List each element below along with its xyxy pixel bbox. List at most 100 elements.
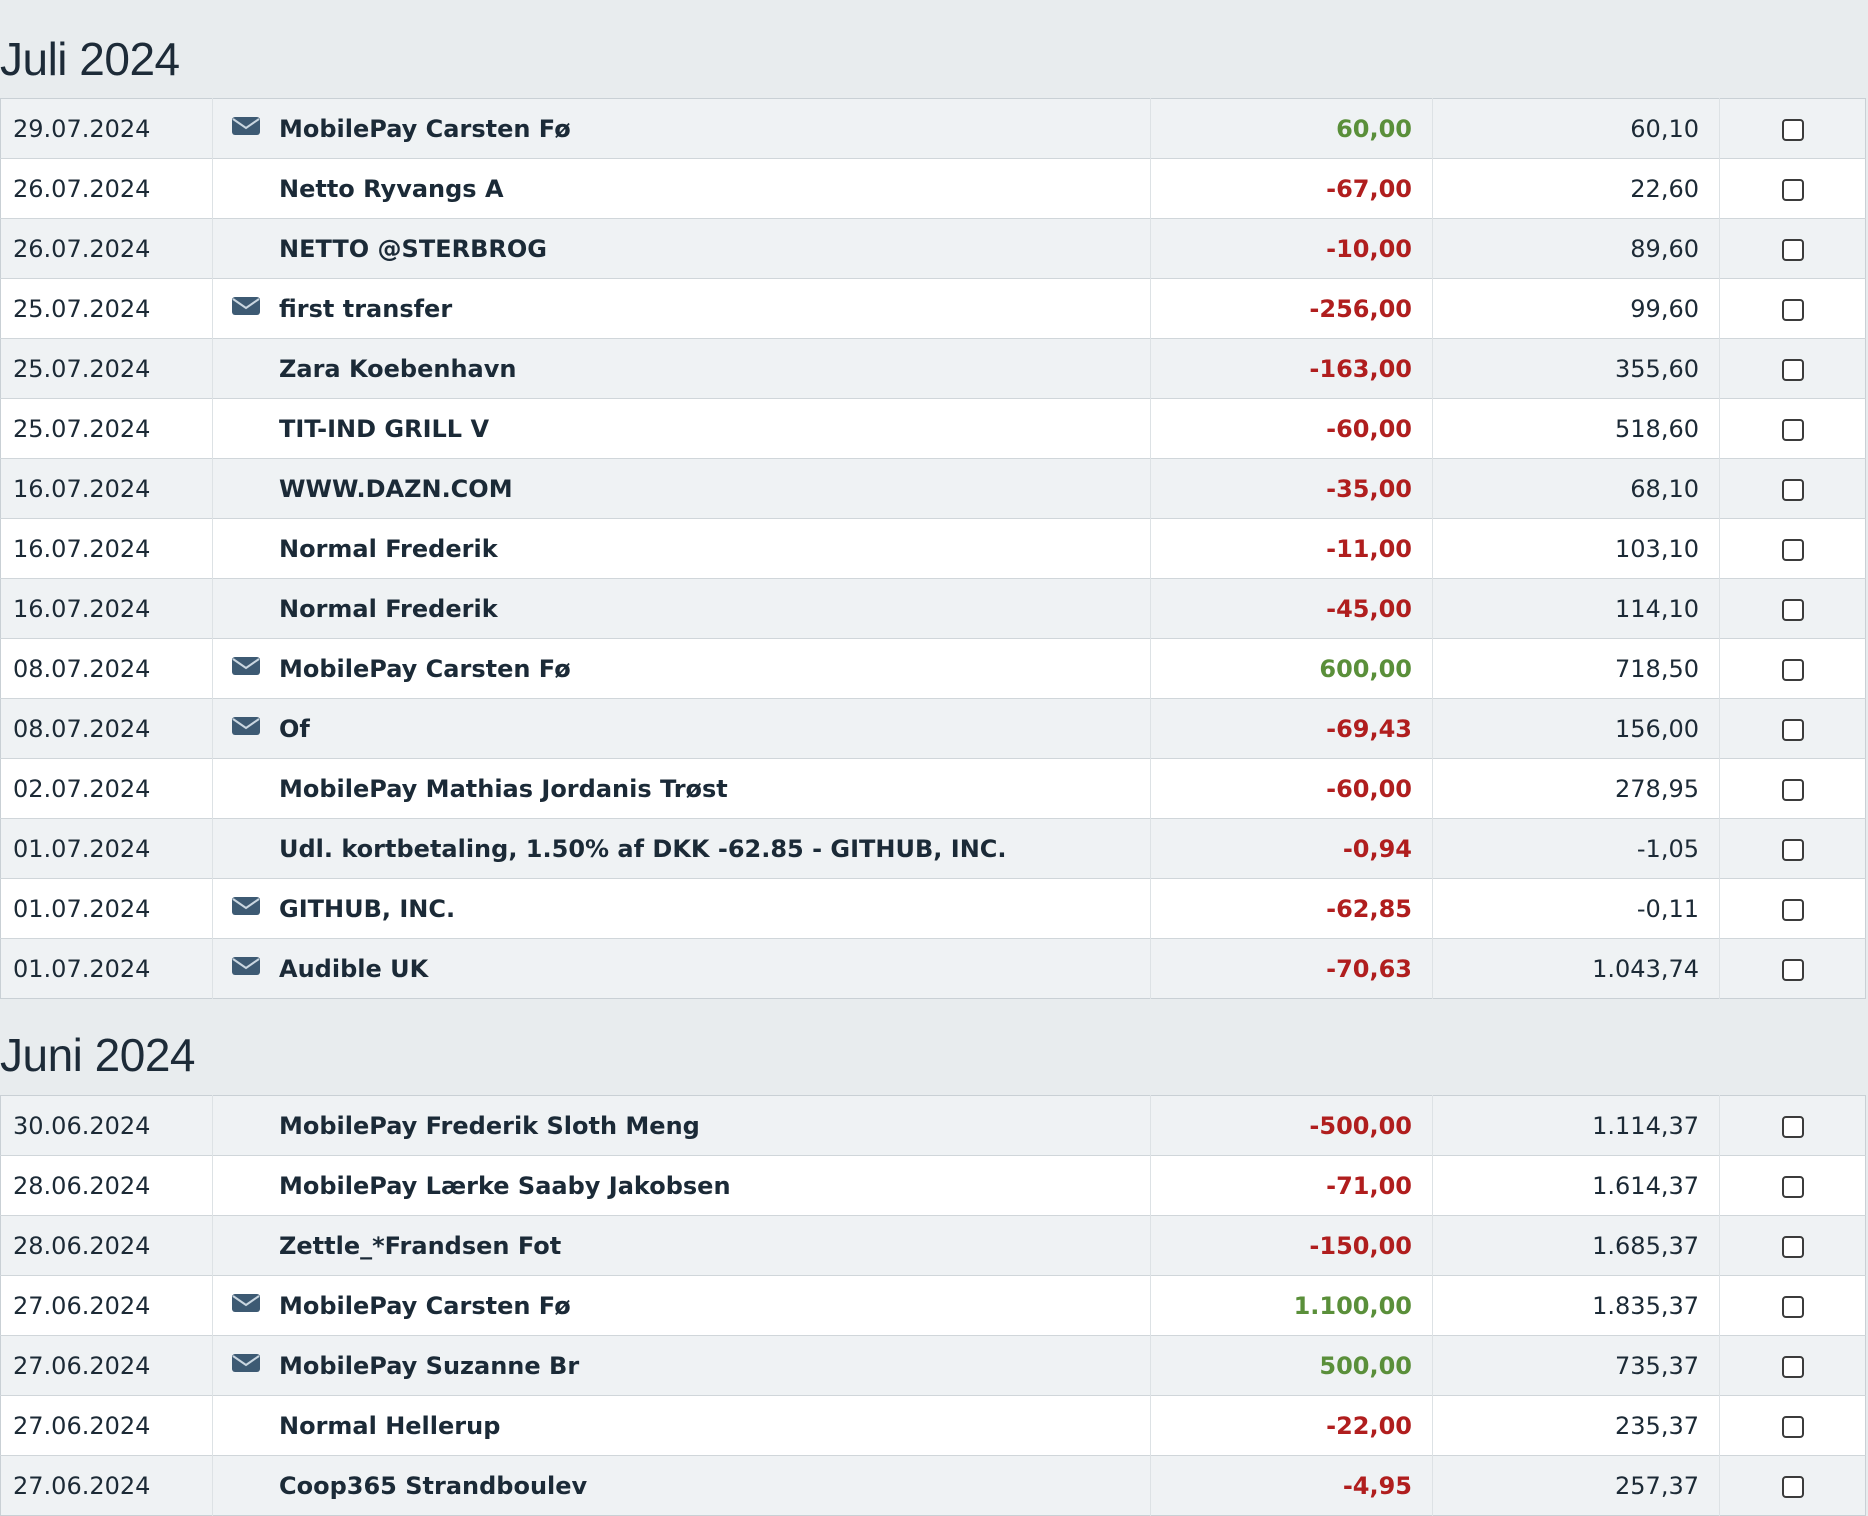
message-cell: [213, 1216, 280, 1276]
reconcile-checkbox[interactable]: [1781, 838, 1804, 861]
reconcile-checkbox[interactable]: [1781, 598, 1804, 621]
reconcile-checkbox[interactable]: [1781, 658, 1804, 681]
reconcile-checkbox[interactable]: [1781, 298, 1804, 321]
reconcile-checkbox-cell: [1720, 759, 1866, 819]
transaction-row[interactable]: 02.07.2024 MobilePay Mathias Jordanis Trø…: [0, 758, 1866, 819]
reconcile-checkbox[interactable]: [1781, 1115, 1804, 1138]
envelope-icon[interactable]: [231, 1352, 261, 1380]
transaction-date: 16.07.2024: [0, 518, 213, 579]
transaction-text[interactable]: Normal Hellerup: [279, 1395, 1151, 1456]
reconcile-checkbox[interactable]: [1781, 898, 1804, 921]
reconcile-checkbox[interactable]: [1781, 418, 1804, 441]
reconcile-checkbox-cell: [1720, 1456, 1866, 1516]
transaction-date: 27.06.2024: [0, 1275, 213, 1336]
reconcile-checkbox[interactable]: [1781, 118, 1804, 141]
transaction-row[interactable]: 29.07.2024 MobilePay Carsten Fø 60,00 60,10: [0, 98, 1866, 159]
reconcile-checkbox-cell: [1720, 1336, 1866, 1396]
transaction-date: 16.07.2024: [0, 458, 213, 519]
reconcile-checkbox[interactable]: [1781, 1175, 1804, 1198]
transaction-row[interactable]: 28.06.2024 Zettle_*Frandsen Fot -150,00 1.6…: [0, 1215, 1866, 1276]
transaction-row[interactable]: 25.07.2024 first transfer -256,00 99,60: [0, 278, 1866, 339]
envelope-icon[interactable]: [231, 295, 261, 323]
transaction-text[interactable]: Normal Frederik: [279, 518, 1151, 579]
transaction-balance: -1,05: [1432, 818, 1720, 879]
transaction-text[interactable]: Normal Frederik: [279, 578, 1151, 639]
transaction-row[interactable]: 27.06.2024 MobilePay Carsten Fø 1.100,00 1.…: [0, 1275, 1866, 1336]
transaction-balance: 68,10: [1432, 458, 1720, 519]
transaction-row[interactable]: 01.07.2024 Udl. kortbetaling, 1.50% af DK…: [0, 818, 1866, 879]
transaction-text[interactable]: Udl. kortbetaling, 1.50% af DKK -62.85 -…: [279, 818, 1151, 879]
transaction-date: 28.06.2024: [0, 1155, 213, 1216]
transaction-balance: 278,95: [1432, 758, 1720, 819]
envelope-icon[interactable]: [231, 115, 261, 143]
transaction-row[interactable]: 26.07.2024 Netto Ryvangs A -67,00 22,60: [0, 158, 1866, 219]
transaction-text[interactable]: Zara Koebenhavn: [279, 338, 1151, 399]
transaction-row[interactable]: 30.06.2024 MobilePay Frederik Sloth Meng -…: [0, 1095, 1866, 1156]
envelope-icon[interactable]: [231, 895, 261, 923]
transaction-text[interactable]: TIT-IND GRILL V: [279, 398, 1151, 459]
transaction-text[interactable]: MobilePay Lærke Saaby Jakobsen: [279, 1155, 1151, 1216]
transaction-text[interactable]: MobilePay Mathias Jordanis Trøst: [279, 758, 1151, 819]
transaction-row[interactable]: 25.07.2024 Zara Koebenhavn -163,00 355,60: [0, 338, 1866, 399]
envelope-icon[interactable]: [231, 955, 261, 983]
reconcile-checkbox[interactable]: [1781, 718, 1804, 741]
transaction-date: 26.07.2024: [0, 158, 213, 219]
transaction-row[interactable]: 28.06.2024 MobilePay Lærke Saaby Jakobsen…: [0, 1155, 1866, 1216]
transaction-row[interactable]: 16.07.2024 Normal Frederik -45,00 114,10: [0, 578, 1866, 639]
transaction-text[interactable]: NETTO @STERBROG: [279, 218, 1151, 279]
transaction-text[interactable]: WWW.DAZN.COM: [279, 458, 1151, 519]
section-title-juni: Juni 2024: [0, 1029, 196, 1081]
reconcile-checkbox-cell: [1720, 819, 1866, 879]
reconcile-checkbox[interactable]: [1781, 1355, 1804, 1378]
transaction-date: 25.07.2024: [0, 338, 213, 399]
transaction-row[interactable]: 08.07.2024 MobilePay Carsten Fø 600,00 718,…: [0, 638, 1866, 699]
transaction-text[interactable]: Coop365 Strandboulev: [279, 1455, 1151, 1516]
transaction-balance: 114,10: [1432, 578, 1720, 639]
transaction-text[interactable]: GITHUB, INC.: [279, 878, 1151, 939]
reconcile-checkbox[interactable]: [1781, 178, 1804, 201]
message-cell: [213, 459, 280, 519]
message-cell: [213, 1276, 280, 1336]
transaction-text[interactable]: MobilePay Carsten Fø: [279, 638, 1151, 699]
transaction-text[interactable]: first transfer: [279, 278, 1151, 339]
message-cell: [213, 219, 280, 279]
transaction-row[interactable]: 25.07.2024 TIT-IND GRILL V -60,00 518,60: [0, 398, 1866, 459]
envelope-icon[interactable]: [231, 715, 261, 743]
reconcile-checkbox-cell: [1720, 279, 1866, 339]
transaction-row[interactable]: 26.07.2024 NETTO @STERBROG -10,00 89,60: [0, 218, 1866, 279]
transaction-row[interactable]: 27.06.2024 MobilePay Suzanne Br 500,00 735,…: [0, 1335, 1866, 1396]
transaction-row[interactable]: 01.07.2024 Audible UK -70,63 1.043,74: [0, 938, 1866, 999]
transaction-text[interactable]: MobilePay Carsten Fø: [279, 98, 1151, 159]
transaction-row[interactable]: 08.07.2024 Of -69,43 156,00: [0, 698, 1866, 759]
transaction-row[interactable]: 27.06.2024 Coop365 Strandboulev -4,95 257,3…: [0, 1455, 1866, 1516]
transaction-text[interactable]: Of: [279, 698, 1151, 759]
transaction-text[interactable]: MobilePay Frederik Sloth Meng: [279, 1095, 1151, 1156]
transaction-balance: 103,10: [1432, 518, 1720, 579]
reconcile-checkbox[interactable]: [1781, 358, 1804, 381]
reconcile-checkbox[interactable]: [1781, 778, 1804, 801]
transaction-text[interactable]: MobilePay Suzanne Br: [279, 1335, 1151, 1396]
envelope-icon[interactable]: [231, 1292, 261, 1320]
reconcile-checkbox[interactable]: [1781, 1295, 1804, 1318]
transaction-amount: 600,00: [1150, 638, 1433, 699]
transaction-text[interactable]: Zettle_*Frandsen Fot: [279, 1215, 1151, 1276]
transaction-balance: 60,10: [1432, 98, 1720, 159]
reconcile-checkbox[interactable]: [1781, 1235, 1804, 1258]
reconcile-checkbox[interactable]: [1781, 478, 1804, 501]
transaction-row[interactable]: 01.07.2024 GITHUB, INC. -62,85 -0,11: [0, 878, 1866, 939]
transaction-text[interactable]: MobilePay Carsten Fø: [279, 1275, 1151, 1336]
transactions-table-juni: 30.06.2024 MobilePay Frederik Sloth Meng -…: [0, 1095, 1866, 1516]
transaction-row[interactable]: 27.06.2024 Normal Hellerup -22,00 235,37: [0, 1395, 1866, 1456]
reconcile-checkbox-cell: [1720, 519, 1866, 579]
transaction-row[interactable]: 16.07.2024 WWW.DAZN.COM -35,00 68,10: [0, 458, 1866, 519]
reconcile-checkbox[interactable]: [1781, 238, 1804, 261]
reconcile-checkbox[interactable]: [1781, 1475, 1804, 1498]
transaction-text[interactable]: Audible UK: [279, 938, 1151, 999]
reconcile-checkbox[interactable]: [1781, 958, 1804, 981]
reconcile-checkbox[interactable]: [1781, 538, 1804, 561]
transaction-row[interactable]: 16.07.2024 Normal Frederik -11,00 103,10: [0, 518, 1866, 579]
transaction-text[interactable]: Netto Ryvangs A: [279, 158, 1151, 219]
envelope-icon[interactable]: [231, 655, 261, 683]
reconcile-checkbox[interactable]: [1781, 1415, 1804, 1438]
message-cell: [213, 1456, 280, 1516]
